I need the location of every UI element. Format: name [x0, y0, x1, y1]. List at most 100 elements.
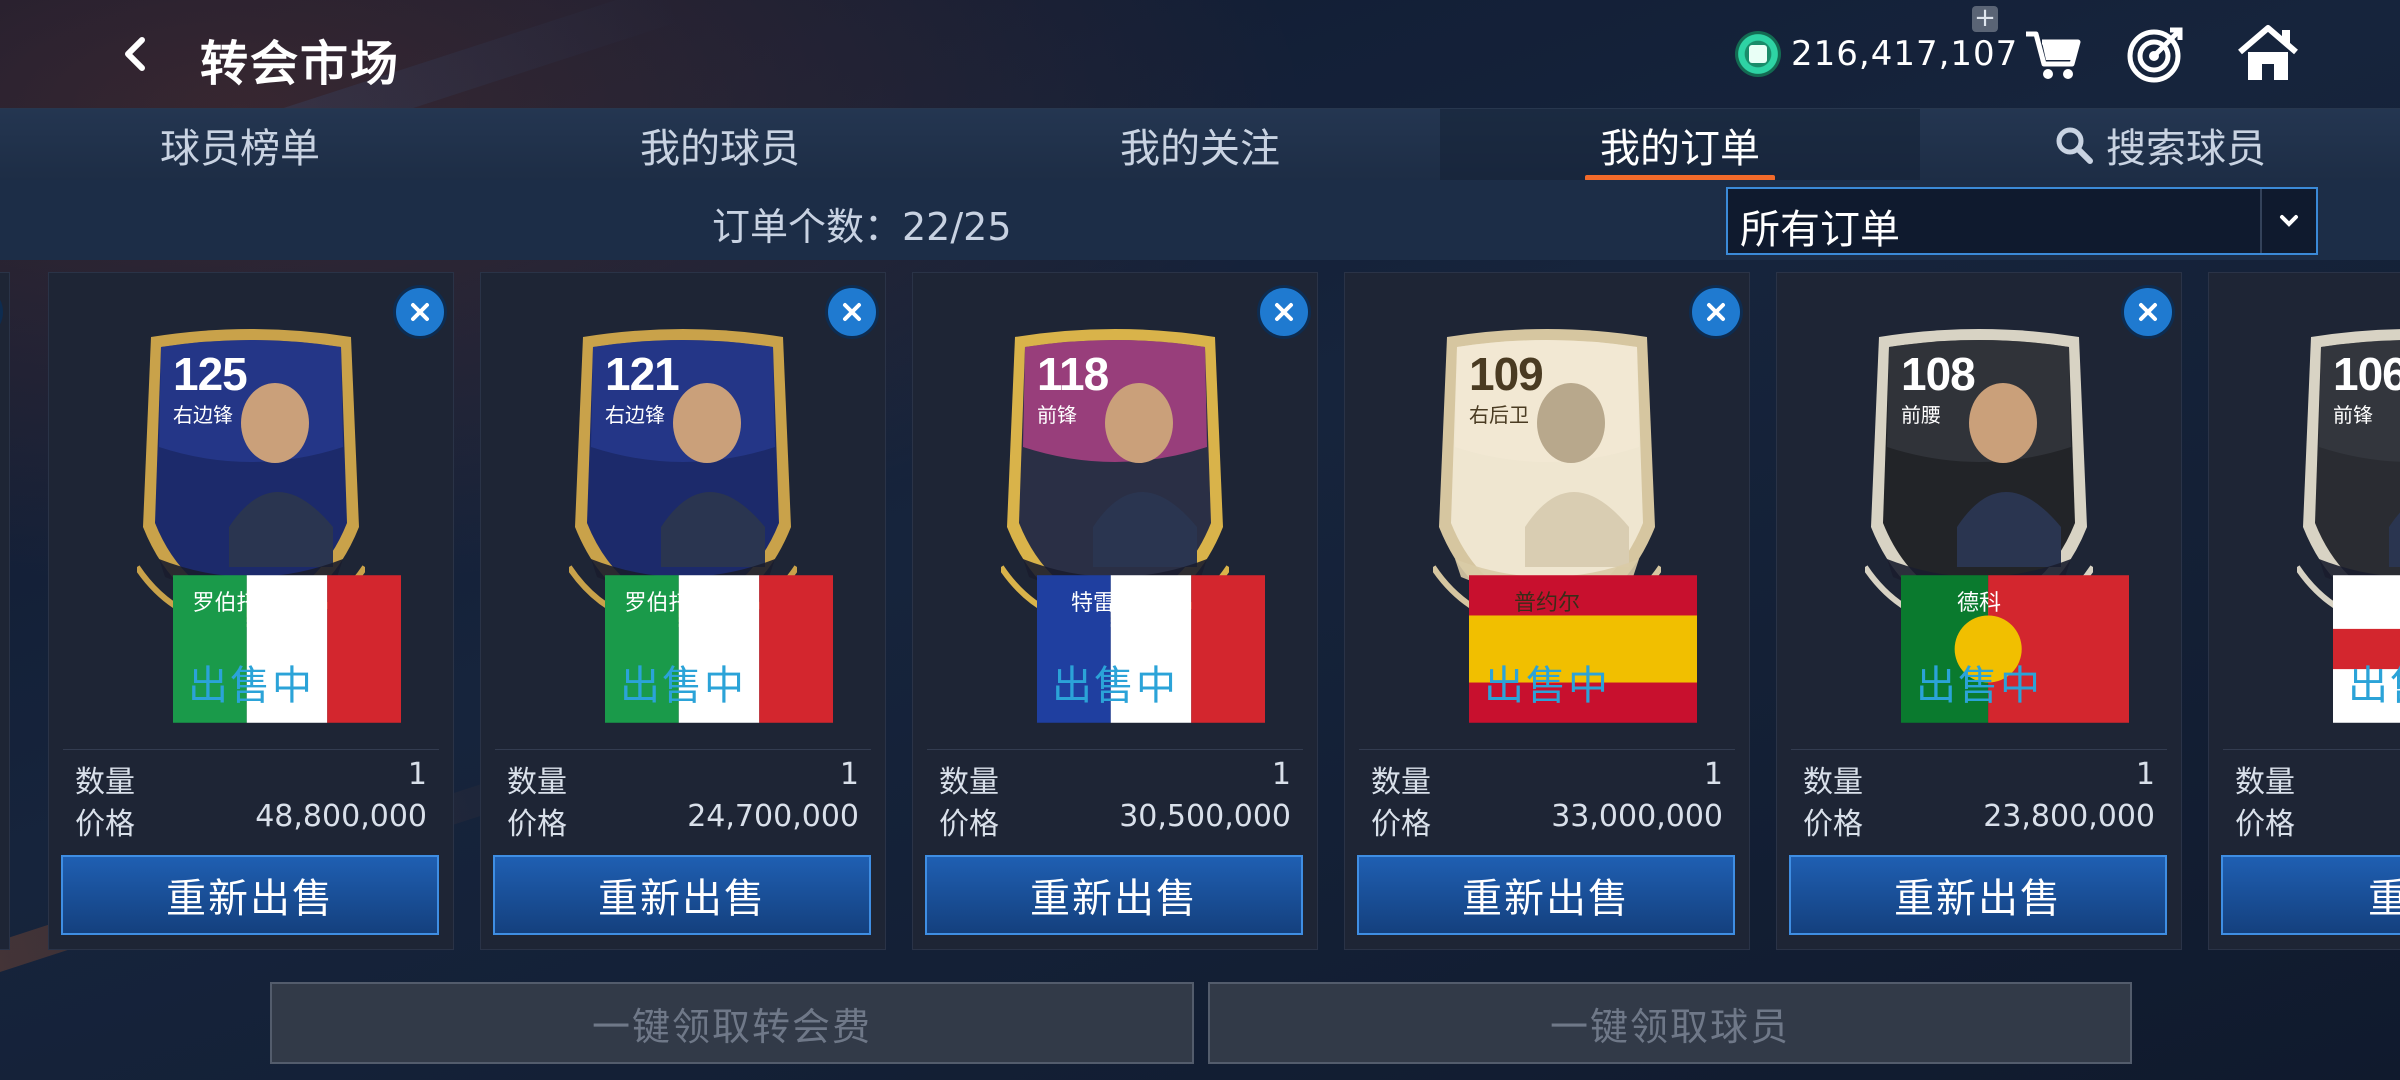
top-bar: 转会市场 216,417,107 + — [0, 0, 2400, 108]
close-icon[interactable] — [0, 285, 3, 339]
order-status: 出售中 — [1052, 663, 1178, 709]
claim-all-players-button[interactable]: 一键领取球员 — [1208, 982, 2132, 1064]
price-value: 30,500,000 — [1119, 799, 1291, 834]
currency-display: 216,417,107 — [1735, 30, 2018, 78]
player-position: 右边锋 — [173, 403, 233, 427]
price-label: 价格 — [507, 807, 567, 842]
quantity-value: 1 — [1703, 757, 1723, 792]
player-name: 罗伯托 巴乔 — [192, 591, 310, 616]
tab-player-rankings[interactable]: 球员榜单 — [0, 109, 480, 181]
order-filter-value: 所有订单 — [1740, 207, 1900, 253]
flag-icon — [605, 575, 833, 723]
tab-my-players[interactable]: 我的球员 — [480, 109, 960, 181]
home-icon[interactable] — [2232, 18, 2304, 90]
player-rating: 109 — [1469, 348, 1544, 400]
quantity-row: 数量 — [2235, 757, 2400, 801]
player-rating: 118 — [1037, 348, 1109, 400]
price-label: 价格 — [2235, 807, 2295, 842]
coin-icon — [1735, 31, 1781, 77]
price-row: 价格 30,500,000 — [939, 799, 1291, 843]
flag-icon — [1037, 575, 1265, 723]
player-rating: 125 — [173, 348, 248, 400]
price-value: 33,000,000 — [1551, 799, 1723, 834]
page-title: 转会市场 — [200, 36, 401, 92]
tab-label: 球员榜单 — [160, 126, 320, 172]
player-name: 特雷泽盖 — [1070, 591, 1159, 616]
quantity-value: 1 — [407, 757, 427, 792]
flag-icon — [1901, 575, 2129, 723]
price-value: 24,700,000 — [687, 799, 859, 834]
player-position: 前锋 — [2333, 403, 2373, 427]
order-card: 118 前锋 特雷泽盖 出售中 数量 1 价格 30,500,000 重新出售 — [912, 272, 1318, 950]
player-card[interactable]: 125 右边锋 罗伯托 巴乔 — [137, 327, 401, 723]
price-row: 价格 23,800,000 — [1803, 799, 2155, 843]
player-card[interactable]: 121 右边锋 罗伯托 巴乔 — [569, 327, 833, 723]
tab-search-player[interactable]: 搜索球员 — [1920, 109, 2400, 181]
chevron-left-icon — [125, 37, 145, 71]
close-icon[interactable] — [393, 285, 447, 339]
chevron-down-icon — [2260, 189, 2316, 253]
player-name: 欧 — [2297, 585, 2400, 617]
price-row: 价格 — [2235, 799, 2400, 843]
divider — [495, 749, 871, 750]
quantity-label: 数量 — [507, 765, 567, 800]
price-label: 价格 — [1371, 807, 1431, 842]
order-card-list: 125 右边锋 罗伯托 巴乔 出售中 数量 1 价格 48,800,000 重新… — [0, 272, 2400, 952]
price-value: 23,800,000 — [1983, 799, 2155, 834]
quantity-label: 数量 — [75, 765, 135, 800]
order-filter-select[interactable]: 所有订单 — [1726, 187, 2318, 255]
resell-button[interactable]: 重新出售 — [1789, 855, 2167, 935]
order-card: 108 前腰 德科 出售中 数量 1 价格 23,800,000 重新出售 — [1776, 272, 2182, 950]
price-value: 48,800,000 — [255, 799, 427, 834]
price-row: 价格 24,700,000 — [507, 799, 859, 843]
price-row: 价格 48,800,000 — [75, 799, 427, 843]
player-card[interactable]: 106 前锋 欧 — [2297, 327, 2400, 723]
close-icon[interactable] — [1257, 285, 1311, 339]
claim-all-fees-button[interactable]: 一键领取转会费 — [270, 982, 1194, 1064]
price-label: 价格 — [75, 807, 135, 842]
close-icon[interactable] — [825, 285, 879, 339]
player-rating: 106 — [2333, 348, 2400, 400]
resell-button[interactable]: 重新出售 — [925, 855, 1303, 935]
resell-button[interactable]: 重新出售 — [61, 855, 439, 935]
add-currency-icon[interactable]: + — [1972, 5, 1998, 32]
quantity-label: 数量 — [1803, 765, 1863, 800]
back-button[interactable] — [108, 26, 164, 82]
player-position: 右后卫 — [1469, 403, 1529, 427]
tab-label: 我的球员 — [640, 126, 800, 172]
quantity-row: 数量 1 — [507, 757, 859, 801]
quantity-label: 数量 — [939, 765, 999, 800]
player-name: 罗伯托 巴乔 — [624, 591, 742, 616]
price-label: 价格 — [1803, 807, 1863, 842]
tab-my-watchlist[interactable]: 我的关注 — [960, 109, 1440, 181]
quantity-label: 数量 — [2235, 765, 2295, 800]
filter-bar: 订单个数：22/25 所有订单 — [0, 180, 2400, 260]
player-card[interactable]: 118 前锋 特雷泽盖 — [1001, 327, 1265, 723]
resell-button[interactable]: 重新出售 — [493, 855, 871, 935]
tab-label: 我的订单 — [1600, 126, 1760, 172]
player-name: 普约尔 — [1513, 591, 1580, 616]
quantity-row: 数量 1 — [1371, 757, 1723, 801]
currency-value: 216,417,107 — [1791, 34, 2019, 74]
order-status: 出售中 — [1484, 663, 1610, 709]
divider — [1359, 749, 1735, 750]
quantity-value: 1 — [1271, 757, 1291, 792]
flag-icon — [173, 575, 401, 723]
quantity-value: 1 — [2135, 757, 2155, 792]
tab-my-orders[interactable]: 我的订单 — [1440, 109, 1920, 181]
player-card[interactable]: 108 前腰 德科 — [1865, 327, 2129, 723]
divider — [1791, 749, 2167, 750]
player-rating: 121 — [605, 348, 680, 400]
player-card[interactable]: 109 右后卫 普约尔 — [1433, 327, 1697, 723]
close-icon[interactable] — [2121, 285, 2175, 339]
order-card: 106 前锋 欧 出售中 数量 价格 重新 — [2208, 272, 2400, 950]
resell-button[interactable]: 重新出售 — [1357, 855, 1735, 935]
close-icon[interactable] — [1689, 285, 1743, 339]
quantity-value: 1 — [839, 757, 859, 792]
resell-button[interactable]: 重新 — [2221, 855, 2400, 935]
order-status: 出售中 — [2348, 663, 2400, 709]
cart-icon[interactable] — [2016, 18, 2088, 90]
order-status: 出售中 — [620, 663, 746, 709]
target-icon[interactable] — [2120, 18, 2192, 90]
quantity-row: 数量 1 — [1803, 757, 2155, 801]
